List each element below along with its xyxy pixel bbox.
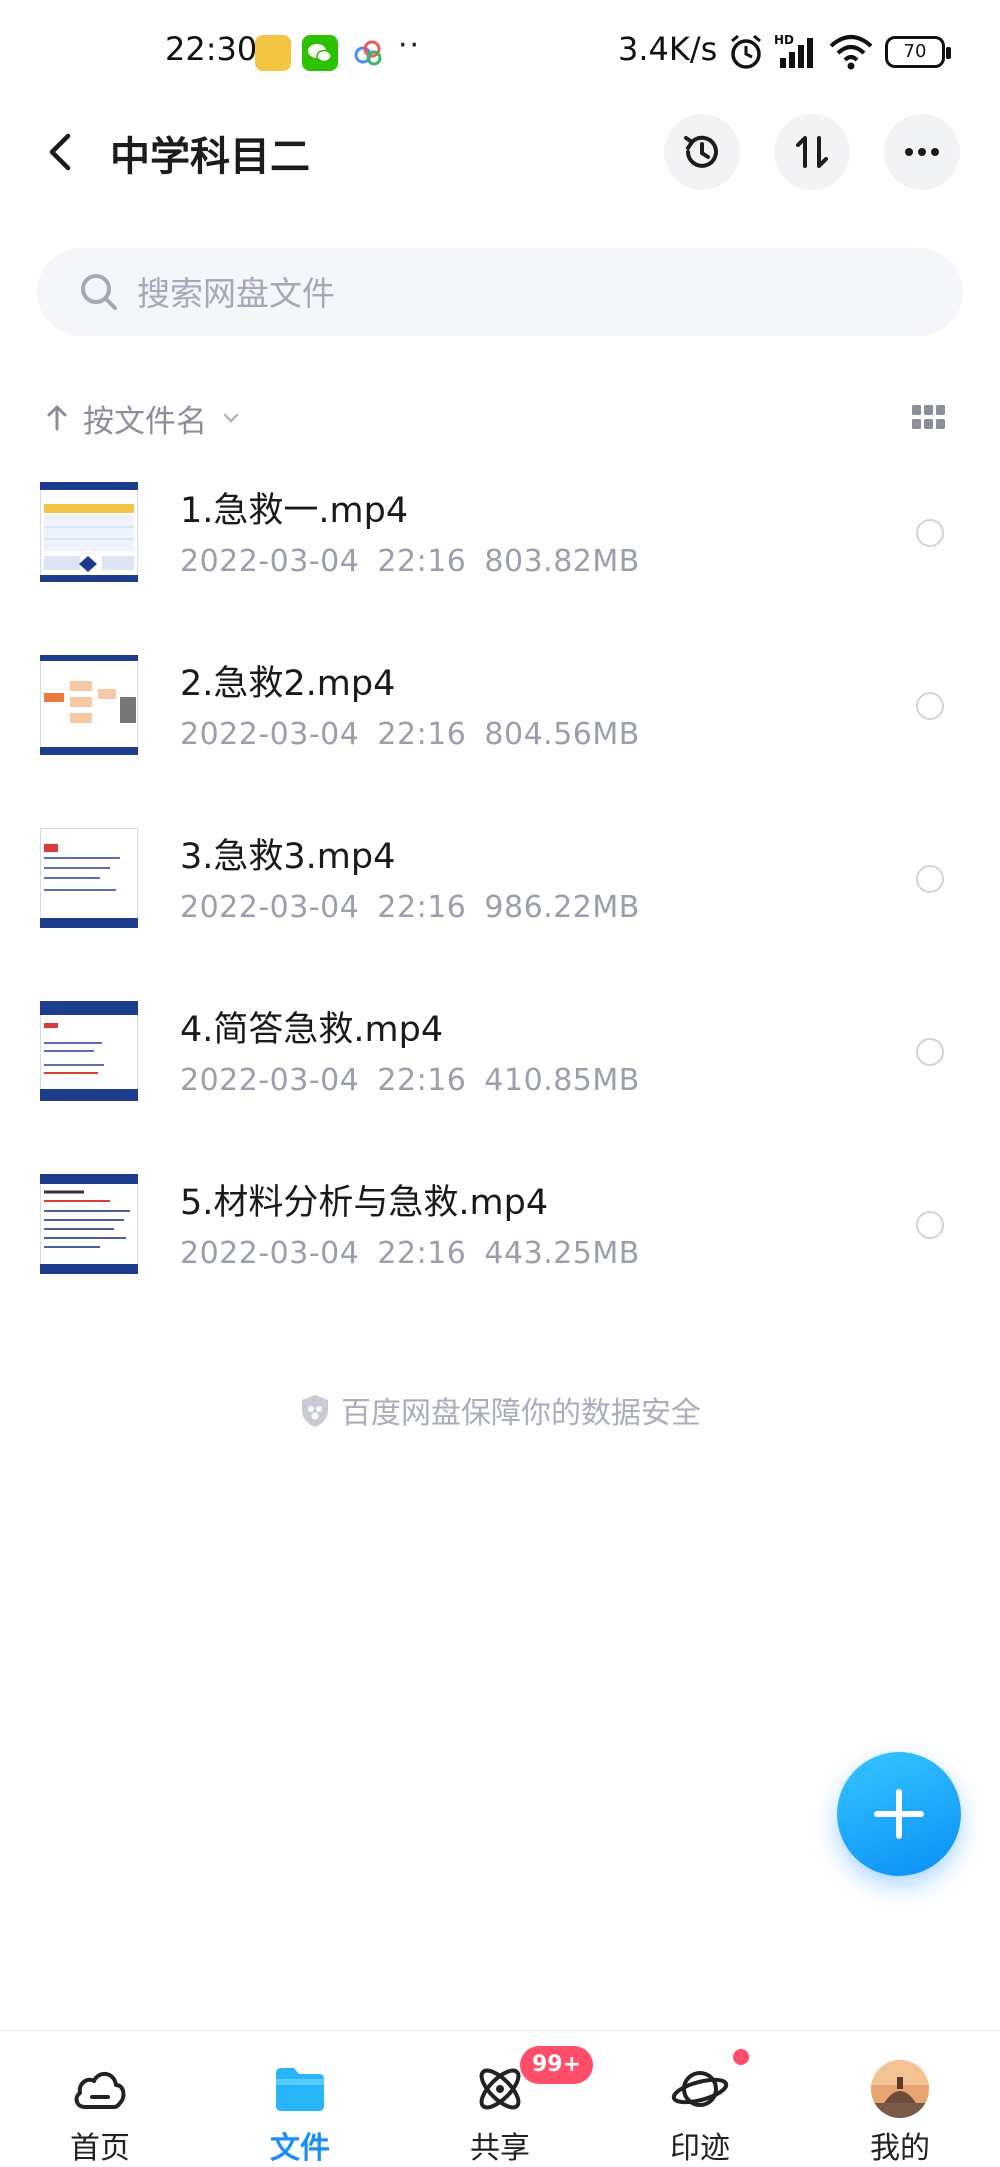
share-badge: 99+ bbox=[520, 2046, 594, 2084]
video-thumbnail bbox=[40, 1001, 138, 1101]
signal-icon: HD bbox=[774, 32, 820, 76]
nav-label-traces: 印迹 bbox=[670, 2131, 730, 2166]
plus-icon bbox=[874, 1789, 924, 1839]
more-icon bbox=[905, 148, 939, 156]
chevron-down-icon bbox=[223, 413, 239, 423]
file-row[interactable]: 3.急救3.mp4 2022-03-04 22:16 986.22MB bbox=[0, 818, 1000, 991]
status-time: 22:30 bbox=[165, 30, 258, 68]
history-button[interactable] bbox=[664, 114, 740, 190]
wifi-icon bbox=[828, 32, 874, 76]
file-name: 4.简答急救.mp4 bbox=[180, 1010, 444, 1050]
search-icon bbox=[77, 270, 121, 318]
svg-text:HD: HD bbox=[774, 33, 794, 47]
file-row[interactable]: 4.简答急救.mp4 2022-03-04 22:16 410.85MB bbox=[0, 991, 1000, 1164]
file-time: 22:16 bbox=[377, 1236, 467, 1271]
nav-item-files[interactable]: 文件 bbox=[200, 2031, 400, 2167]
sort-arrow-up-icon bbox=[47, 405, 67, 431]
file-time: 22:16 bbox=[377, 1063, 467, 1098]
file-size: 410.85MB bbox=[484, 1063, 640, 1098]
transfer-button[interactable] bbox=[774, 114, 850, 190]
cloud-app-icon bbox=[350, 35, 386, 71]
nav-item-profile[interactable]: 我的 bbox=[800, 2031, 1000, 2167]
file-date: 2022-03-04 bbox=[180, 717, 360, 752]
select-checkbox[interactable] bbox=[916, 692, 944, 720]
battery-icon: 70 bbox=[885, 36, 951, 68]
history-icon bbox=[684, 135, 718, 168]
file-size: 986.22MB bbox=[484, 890, 640, 925]
nav-item-traces[interactable]: 印迹 bbox=[600, 2031, 800, 2167]
status-bar: 22:30 ·· 3.4K/s HD 70 bbox=[0, 0, 1000, 110]
select-checkbox[interactable] bbox=[916, 865, 944, 893]
video-thumbnail bbox=[40, 655, 138, 755]
avatar bbox=[871, 2060, 929, 2118]
wechat-icon bbox=[302, 35, 338, 71]
transfer-icon bbox=[796, 136, 828, 168]
file-meta: 2022-03-04 22:16 410.85MB bbox=[180, 1063, 640, 1098]
file-date: 2022-03-04 bbox=[180, 890, 360, 925]
back-icon bbox=[49, 133, 71, 171]
file-time: 22:16 bbox=[377, 890, 467, 925]
file-name: 3.急救3.mp4 bbox=[180, 837, 396, 877]
nav-label-share: 共享 bbox=[470, 2131, 530, 2166]
file-meta: 2022-03-04 22:16 443.25MB bbox=[180, 1236, 640, 1271]
cloud-icon bbox=[74, 2072, 126, 2109]
app-icon bbox=[255, 35, 291, 71]
select-checkbox[interactable] bbox=[916, 1038, 944, 1066]
file-date: 2022-03-04 bbox=[180, 1236, 360, 1271]
file-size: 804.56MB bbox=[484, 717, 640, 752]
nav-label-home: 首页 bbox=[70, 2131, 130, 2166]
sort-label: 按文件名 bbox=[83, 403, 207, 440]
search-input[interactable] bbox=[135, 248, 919, 338]
select-checkbox[interactable] bbox=[916, 1211, 944, 1239]
notification-dot bbox=[733, 2049, 749, 2065]
bottom-nav: 首页 文件 共享 99+ 印迹 我的 bbox=[0, 2030, 1000, 2167]
video-thumbnail bbox=[40, 828, 138, 928]
file-meta: 2022-03-04 22:16 803.82MB bbox=[180, 544, 640, 579]
shield-icon bbox=[299, 1393, 331, 1437]
file-name: 1.急救一.mp4 bbox=[180, 491, 409, 531]
search-bar[interactable] bbox=[37, 248, 963, 338]
add-button[interactable] bbox=[837, 1752, 961, 1876]
file-row[interactable]: 1.急救一.mp4 2022-03-04 22:16 803.82MB bbox=[0, 472, 1000, 645]
nav-item-home[interactable]: 首页 bbox=[0, 2031, 200, 2167]
file-name: 5.材料分析与急救.mp4 bbox=[180, 1183, 549, 1223]
file-size: 803.82MB bbox=[484, 544, 640, 579]
file-time: 22:16 bbox=[377, 717, 467, 752]
video-thumbnail bbox=[40, 482, 138, 582]
file-meta: 2022-03-04 22:16 986.22MB bbox=[180, 890, 640, 925]
status-more-dots: ·· bbox=[398, 28, 422, 63]
folder-icon bbox=[276, 2068, 324, 2111]
file-time: 22:16 bbox=[377, 544, 467, 579]
planet-icon bbox=[671, 2071, 729, 2107]
page-title: 中学科目二 bbox=[110, 134, 310, 180]
alarm-icon bbox=[726, 32, 766, 76]
nav-label-profile: 我的 bbox=[870, 2131, 930, 2166]
network-speed: 3.4K/s bbox=[618, 30, 718, 68]
file-date: 2022-03-04 bbox=[180, 1063, 360, 1098]
grid-view-icon bbox=[912, 405, 945, 429]
file-meta: 2022-03-04 22:16 804.56MB bbox=[180, 717, 640, 752]
safety-note: 百度网盘保障你的数据安全 bbox=[0, 1388, 1000, 1437]
safety-text: 百度网盘保障你的数据安全 bbox=[341, 1396, 701, 1431]
video-thumbnail bbox=[40, 1174, 138, 1274]
sort-selector[interactable]: 按文件名 bbox=[45, 393, 243, 443]
file-row[interactable]: 5.材料分析与急救.mp4 2022-03-04 22:16 443.25MB bbox=[0, 1164, 1000, 1337]
file-row[interactable]: 2.急救2.mp4 2022-03-04 22:16 804.56MB bbox=[0, 645, 1000, 818]
select-checkbox[interactable] bbox=[916, 519, 944, 547]
back-button[interactable] bbox=[40, 122, 84, 182]
grid-view-toggle[interactable] bbox=[912, 405, 946, 431]
file-name: 2.急救2.mp4 bbox=[180, 664, 396, 704]
nav-label-files: 文件 bbox=[270, 2131, 330, 2166]
file-date: 2022-03-04 bbox=[180, 544, 360, 579]
file-size: 443.25MB bbox=[484, 1236, 640, 1271]
more-button[interactable] bbox=[884, 114, 960, 190]
